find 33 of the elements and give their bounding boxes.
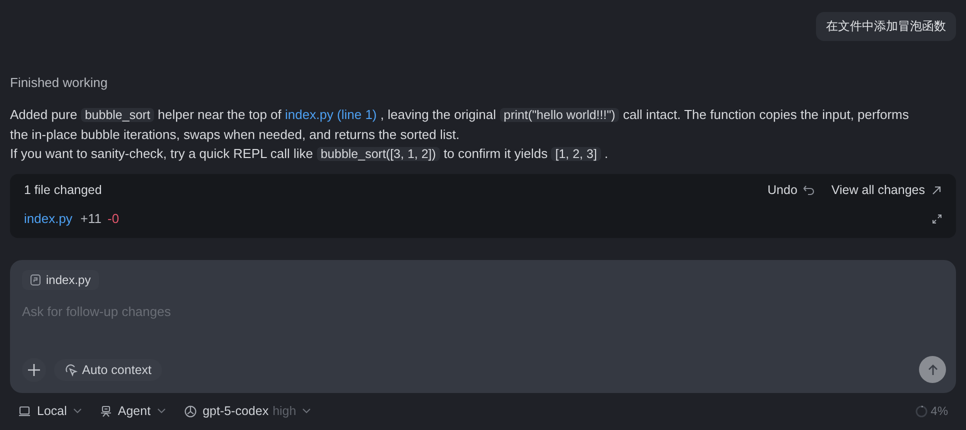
user-message: 在文件中添加冒泡函数 xyxy=(816,12,956,41)
undo-button[interactable]: Undo xyxy=(768,183,816,197)
send-button[interactable] xyxy=(919,356,946,383)
auto-context-button[interactable]: Auto context xyxy=(54,358,162,380)
chevron-down-icon xyxy=(72,408,82,414)
mode-dropdown[interactable]: Agent xyxy=(100,404,166,418)
model-icon xyxy=(184,404,197,418)
view-all-changes-button[interactable]: View all changes xyxy=(831,183,942,197)
response-paragraph: If you want to sanity-check, try a quick REPL call like bubble_sort([3, 1, 2]) to confirm it yields [1, 2, 3] . xyxy=(10,145,610,163)
status-text: Finished working xyxy=(10,75,109,90)
robot-icon xyxy=(100,404,112,418)
model-dropdown[interactable]: gpt-5-codex high xyxy=(184,404,312,418)
expand-icon[interactable] xyxy=(932,214,942,224)
arrow-up-right-icon xyxy=(931,184,942,196)
changed-file-link[interactable]: index.py xyxy=(24,211,72,226)
pointer-icon xyxy=(64,362,78,376)
attached-file-chip[interactable]: index.py xyxy=(22,270,99,290)
response-paragraph: Added pure bubble_sort helper near the top of index.py (line 1) , leaving the original print("hello world!!!") call intact. The function copies the input, performs the in-place bubble iterations, swaps when needed, and returns the sorted list. xyxy=(10,106,910,144)
lines-removed: -0 xyxy=(108,211,120,226)
lines-added: +11 xyxy=(80,211,102,226)
context-usage-icon xyxy=(914,404,928,418)
plus-icon xyxy=(27,362,41,376)
location-dropdown[interactable]: Local xyxy=(18,404,82,418)
add-button[interactable] xyxy=(22,358,46,382)
file-icon xyxy=(30,274,41,286)
arrow-up-icon xyxy=(926,364,938,376)
chevron-down-icon xyxy=(302,408,312,414)
context-usage: 4% xyxy=(930,404,948,418)
changes-title: 1 file changed xyxy=(24,183,103,197)
undo-icon xyxy=(803,184,816,196)
chevron-down-icon xyxy=(156,408,166,414)
file-link[interactable]: index.py (line 1) xyxy=(284,107,377,122)
laptop-icon xyxy=(18,405,31,417)
